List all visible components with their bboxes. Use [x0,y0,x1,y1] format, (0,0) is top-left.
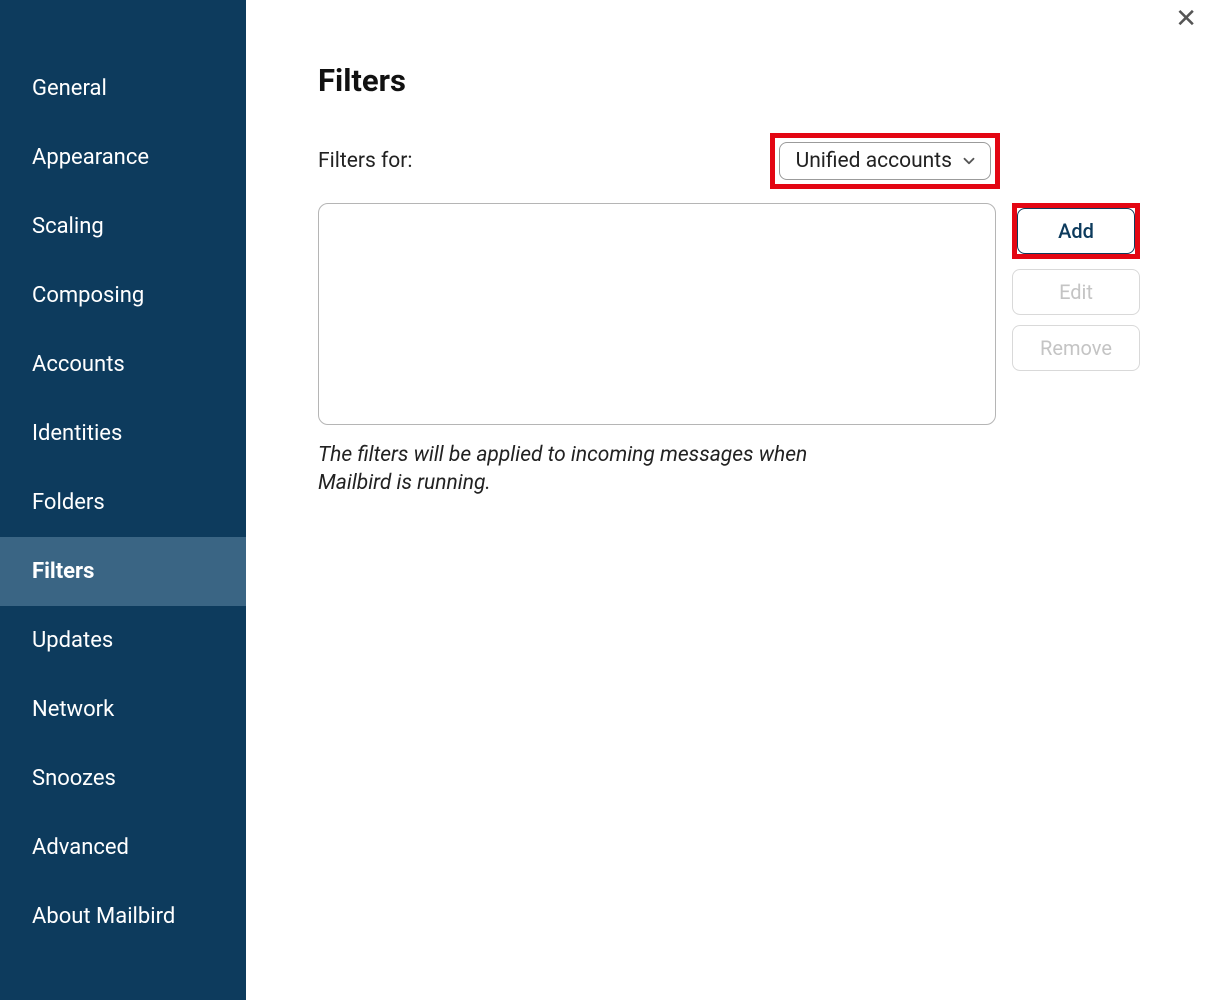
settings-window: General Appearance Scaling Composing Acc… [0,0,1217,1000]
settings-sidebar: General Appearance Scaling Composing Acc… [0,0,246,1000]
sidebar-item-appearance[interactable]: Appearance [0,123,246,192]
add-button-highlight: Add [1012,203,1140,259]
filters-help-text: The filters will be applied to incoming … [318,441,878,498]
settings-panel: ✕ Filters Filters for: Unified accounts … [246,0,1217,1000]
sidebar-item-scaling[interactable]: Scaling [0,192,246,261]
edit-button: Edit [1012,269,1140,315]
sidebar-item-advanced[interactable]: Advanced [0,813,246,882]
sidebar-item-general[interactable]: General [0,54,246,123]
filters-content-row: Add Edit Remove [318,203,1157,425]
filters-for-row: Filters for: Unified accounts [318,133,996,189]
sidebar-item-about[interactable]: About Mailbird [0,882,246,951]
sidebar-item-filters[interactable]: Filters [0,537,246,606]
sidebar-item-accounts[interactable]: Accounts [0,330,246,399]
sidebar-item-composing[interactable]: Composing [0,261,246,330]
add-button[interactable]: Add [1017,208,1135,254]
chevron-down-icon [960,152,978,170]
page-title: Filters [318,62,1157,99]
sidebar-item-identities[interactable]: Identities [0,399,246,468]
filters-for-label: Filters for: [318,149,412,173]
account-dropdown-selected: Unified accounts [796,149,952,173]
sidebar-item-network[interactable]: Network [0,675,246,744]
filter-buttons: Add Edit Remove [1012,203,1140,371]
sidebar-item-snoozes[interactable]: Snoozes [0,744,246,813]
filter-list[interactable] [318,203,996,425]
remove-button: Remove [1012,325,1140,371]
account-dropdown[interactable]: Unified accounts [779,142,991,180]
sidebar-item-folders[interactable]: Folders [0,468,246,537]
sidebar-item-updates[interactable]: Updates [0,606,246,675]
close-icon[interactable]: ✕ [1175,6,1197,32]
account-dropdown-highlight: Unified accounts [770,133,1000,189]
